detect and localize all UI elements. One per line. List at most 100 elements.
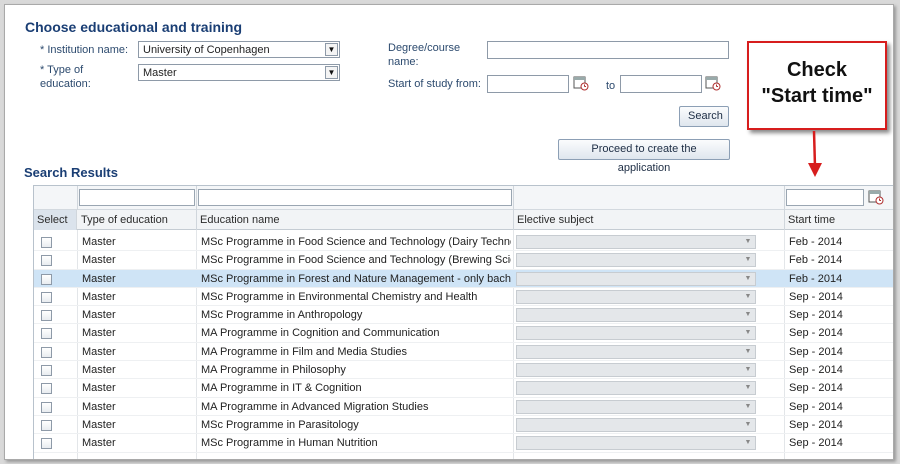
- table-row[interactable]: Master MA Programme in Film and Media Stu…: [34, 343, 893, 362]
- select-checkbox[interactable]: [41, 291, 52, 303]
- divider: [196, 186, 197, 210]
- select-checkbox[interactable]: [41, 419, 52, 431]
- chevron-down-icon[interactable]: ▼: [742, 255, 754, 265]
- start-time-cell: Sep - 2014: [789, 437, 843, 450]
- type-of-education-select[interactable]: Master ▼: [138, 64, 340, 81]
- start-time-cell: Sep - 2014: [789, 309, 843, 322]
- start-of-study-label: Start of study from:: [388, 78, 481, 90]
- select-checkbox[interactable]: [41, 328, 52, 340]
- type-cell: Master: [82, 327, 116, 340]
- elective-subject-dropdown[interactable]: ▼: [516, 253, 756, 268]
- elective-subject-dropdown[interactable]: ▼: [516, 326, 756, 341]
- type-cell: Master: [82, 254, 116, 267]
- name-filter-input[interactable]: [198, 189, 512, 206]
- education-name-cell: MSc Programme in Human Nutrition: [201, 437, 378, 450]
- column-header-elective[interactable]: Elective subject: [514, 210, 785, 230]
- chevron-down-icon[interactable]: ▼: [742, 310, 754, 320]
- elective-subject-dropdown[interactable]: ▼: [516, 289, 756, 304]
- results-table: Select Type of education Education name …: [33, 185, 893, 459]
- type-cell: Master: [82, 364, 116, 377]
- proceed-button[interactable]: Proceed to create the application: [558, 139, 730, 174]
- type-cell: Master: [82, 290, 116, 303]
- table-row[interactable]: Master MSc Programme in Food Science and …: [34, 251, 893, 270]
- column-header-type[interactable]: Type of education: [78, 210, 197, 230]
- header-row: Select Type of education Education name …: [34, 210, 893, 230]
- select-checkbox[interactable]: [41, 346, 52, 358]
- select-checkbox[interactable]: [41, 383, 52, 395]
- select-checkbox[interactable]: [41, 273, 52, 285]
- chevron-down-icon[interactable]: ▼: [742, 328, 754, 338]
- degree-course-input[interactable]: [487, 41, 729, 59]
- degree-label-line1: Degree/course: [388, 42, 461, 54]
- annotation-callout: Check "Start time": [747, 41, 887, 130]
- application-window: Choose educational and training * Instit…: [4, 4, 894, 460]
- chevron-down-icon[interactable]: ▼: [742, 237, 754, 247]
- elective-subject-dropdown[interactable]: ▼: [516, 399, 756, 414]
- chevron-down-icon[interactable]: ▼: [325, 66, 338, 79]
- filter-row: [34, 186, 893, 210]
- elective-subject-dropdown[interactable]: ▼: [516, 436, 756, 451]
- chevron-down-icon[interactable]: ▼: [742, 402, 754, 412]
- select-checkbox[interactable]: [41, 401, 52, 413]
- table-row[interactable]: Master MA Programme in Cognition and Comm…: [34, 324, 893, 343]
- elective-subject-dropdown[interactable]: ▼: [516, 344, 756, 359]
- type-label-line1: * Type of: [40, 64, 84, 76]
- column-header-select[interactable]: Select: [34, 210, 77, 230]
- chevron-down-icon[interactable]: ▼: [742, 383, 754, 393]
- chevron-down-icon[interactable]: ▼: [742, 292, 754, 302]
- calendar-icon[interactable]: [573, 75, 589, 91]
- start-time-cell: Sep - 2014: [789, 400, 843, 413]
- table-row[interactable]: Master MSc Programme in Forest and Nature…: [34, 269, 893, 288]
- education-name-cell: MA Programme in IT & Cognition: [201, 382, 362, 395]
- education-name-cell: MA Programme in Film and Media Studies: [201, 345, 408, 358]
- start-time-cell: Feb - 2014: [789, 236, 843, 248]
- chevron-down-icon[interactable]: ▼: [742, 347, 754, 357]
- search-button[interactable]: Search: [679, 106, 729, 127]
- start-time-cell: Sep - 2014: [789, 327, 843, 340]
- select-checkbox[interactable]: [41, 237, 52, 248]
- education-name-cell: MA Programme in Advanced Migration Studi…: [201, 400, 429, 413]
- table-row[interactable]: Master MSc Programme in Parasitology ▼ Sep …: [34, 416, 893, 435]
- start-to-input[interactable]: [620, 75, 702, 93]
- column-header-start[interactable]: Start time: [785, 210, 893, 230]
- chevron-down-icon[interactable]: ▼: [742, 365, 754, 375]
- institution-label: * Institution name:: [40, 44, 129, 56]
- table-row[interactable]: Master MSc Programme in Human Nutrition ▼ S…: [34, 434, 893, 453]
- table-row[interactable]: Master MSc Programme in Anthropology ▼ Sep …: [34, 306, 893, 325]
- education-name-cell: MSc Programme in Forest and Nature Manag…: [201, 272, 511, 285]
- chevron-down-icon[interactable]: ▼: [742, 420, 754, 430]
- type-filter-input[interactable]: [79, 189, 195, 206]
- elective-subject-dropdown[interactable]: ▼: [516, 417, 756, 432]
- chevron-down-icon[interactable]: ▼: [742, 438, 754, 448]
- start-from-input[interactable]: [487, 75, 569, 93]
- select-checkbox[interactable]: [41, 438, 52, 450]
- start-time-cell: Feb - 2014: [789, 254, 843, 267]
- table-row[interactable]: Master MA Programme in IT & Cognition ▼ Sep…: [34, 379, 893, 398]
- elective-subject-dropdown[interactable]: ▼: [516, 271, 756, 286]
- calendar-icon[interactable]: [868, 189, 884, 205]
- table-row[interactable]: Master MSc Programme in Environmental Che…: [34, 288, 893, 307]
- start-time-cell: Sep - 2014: [789, 290, 843, 303]
- chevron-down-icon[interactable]: ▼: [742, 274, 754, 284]
- column-header-name[interactable]: Education name: [197, 210, 514, 230]
- select-checkbox[interactable]: [41, 255, 52, 267]
- elective-subject-dropdown[interactable]: ▼: [516, 381, 756, 396]
- start-time-cell: Sep - 2014: [789, 418, 843, 431]
- education-name-cell: MA Programme in Cognition and Communicat…: [201, 327, 440, 340]
- elective-subject-dropdown[interactable]: ▼: [516, 363, 756, 378]
- calendar-icon[interactable]: [705, 75, 721, 91]
- table-row[interactable]: Master MA Programme in Advanced Migration…: [34, 398, 893, 416]
- elective-subject-dropdown[interactable]: ▼: [516, 308, 756, 323]
- type-cell: Master: [82, 272, 116, 285]
- select-checkbox[interactable]: [41, 365, 52, 377]
- table-row[interactable]: Master MA Programme in Philosophy ▼ Sep - 2…: [34, 361, 893, 380]
- select-checkbox[interactable]: [41, 310, 52, 322]
- start-filter-input[interactable]: [786, 189, 864, 206]
- education-name-cell: MSc Programme in Food Science and Techno…: [201, 254, 511, 267]
- start-time-cell: Sep - 2014: [789, 364, 843, 377]
- elective-subject-dropdown[interactable]: ▼: [516, 235, 756, 249]
- chevron-down-icon[interactable]: ▼: [325, 43, 338, 56]
- institution-select[interactable]: University of Copenhagen ▼: [138, 41, 340, 58]
- table-row[interactable]: Master MSc Programme in Food Science and …: [34, 233, 893, 252]
- type-cell: Master: [82, 345, 116, 358]
